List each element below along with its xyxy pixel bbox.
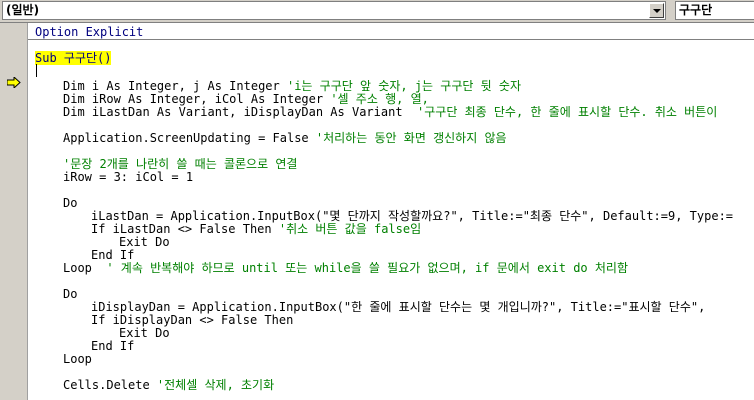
code-comment: ' 계속 반복해야 하므로 until 또는 while을 쓸 필요가 없으며,… (106, 261, 628, 275)
chevron-down-icon (653, 9, 661, 13)
code-line: Do (63, 288, 77, 301)
code-line: End If (91, 340, 134, 353)
arrow-right-icon (7, 77, 21, 88)
code-comment: '구구단 최종 단수, 한 줄에 표시할 단수. 취소 버튼이 (417, 105, 718, 119)
code-text: Exit Do (119, 235, 170, 249)
procedure-separator (28, 39, 754, 40)
code-text: If iLastDan <> False Then (91, 222, 279, 236)
code-line: Application.ScreenUpdating = False '처리하는… (63, 132, 507, 145)
code-text: Option Explicit (35, 25, 144, 39)
code-text: End If (91, 339, 135, 353)
object-combo[interactable]: (일반) (2, 1, 666, 20)
code-comment: '전체셀 삭제, 초기화 (156, 378, 275, 392)
code-text: iLastDan = Application.InputBox("몇 단까지 작… (91, 209, 734, 223)
code-line: iRow = 3: iCol = 1 (63, 171, 193, 184)
code-text: Dim i As Integer, j As Integer (63, 79, 287, 93)
code-text: If iDisplayDan <> False Then (91, 313, 294, 327)
object-combo-dropdown-button[interactable] (649, 3, 664, 18)
code-text: iRow = 3: iCol = 1 (63, 170, 194, 184)
procedure-combo[interactable]: 구구단 (675, 1, 754, 20)
code-text: Do (63, 196, 78, 210)
code-text: End If (91, 248, 135, 262)
code-line: Cells.Delete '전체셀 삭제, 초기화 (63, 379, 274, 392)
code-comment: '취소 버튼 값을 false임 (278, 222, 422, 236)
procedure-combo-value: 구구단 (679, 3, 713, 17)
margin-indicator-bar[interactable] (0, 23, 28, 400)
code-text: Dim iLastDan As Variant, iDisplayDan As … (63, 105, 418, 119)
code-text: Cells.Delete (63, 378, 157, 392)
code-text: Loop (63, 261, 107, 275)
code-text: Dim iRow As Integer, iCol As Integer (63, 92, 331, 106)
procedure-toolbar: (일반) 구구단 (0, 0, 754, 23)
code-line: Dim iLastDan As Variant, iDisplayDan As … (63, 106, 717, 119)
code-text: Do (63, 287, 78, 301)
object-combo-value: (일반) (6, 3, 40, 17)
code-comment: 'i는 구구단 앞 숫자, j는 구구단 뒷 숫자 (286, 79, 522, 93)
code-text-highlighted: Sub 구구단() (35, 51, 112, 65)
code-comment: '셀 주소 행, 열, (330, 92, 429, 106)
code-comment: '문장 2개를 나란히 쓸 때는 콜론으로 연결 (63, 157, 298, 171)
code-text: iDisplayDan = Application.InputBox("한 줄에… (91, 300, 706, 314)
code-comment: '처리하는 동안 화면 갱신하지 않음 (315, 131, 507, 145)
code-text: Loop (63, 352, 92, 366)
code-line: Option Explicit (35, 26, 143, 39)
text-cursor (36, 64, 37, 77)
code-line: Sub 구구단() (35, 51, 112, 65)
code-text: Application.ScreenUpdating = False (63, 131, 316, 145)
code-line: Loop (63, 353, 92, 366)
code-text: Exit Do (119, 326, 170, 340)
code-editor[interactable]: Option Explicit Sub 구구단() Dim i As Integ… (28, 23, 754, 400)
code-line: Do (63, 197, 77, 210)
code-line: Loop ' 계속 반복해야 하므로 until 또는 while을 쓸 필요가… (63, 262, 628, 275)
